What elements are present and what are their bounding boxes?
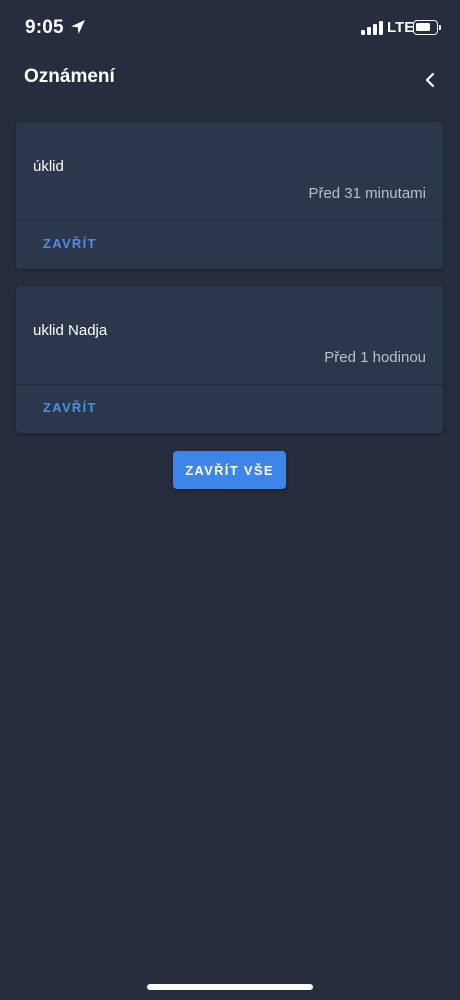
status-bar: 9:05 LTE: [0, 0, 460, 56]
notification-time: Před 31 minutami: [308, 185, 426, 202]
location-arrow-icon: [70, 19, 86, 35]
back-button[interactable]: [416, 68, 444, 92]
notification-card: úklid Před 31 minutami ZAVŘÍT: [16, 122, 443, 269]
close-all-button[interactable]: ZAVŘÍT VŠE: [173, 451, 286, 489]
chevron-left-icon: [425, 72, 435, 88]
notification-card: uklid Nadja Před 1 hodinou ZAVŘÍT: [16, 286, 443, 433]
notification-time: Před 1 hodinou: [324, 349, 426, 366]
card-divider: [16, 220, 443, 221]
close-notification-button[interactable]: ZAVŘÍT: [43, 236, 97, 251]
card-divider: [16, 384, 443, 385]
close-notification-button[interactable]: ZAVŘÍT: [43, 400, 97, 415]
notification-title: úklid: [33, 158, 64, 175]
battery-icon: [413, 20, 441, 35]
status-time: 9:05: [25, 17, 64, 38]
home-indicator[interactable]: [147, 984, 313, 990]
notification-title: uklid Nadja: [33, 322, 108, 339]
page-title: Oznámení: [24, 66, 115, 87]
network-type-label: LTE: [387, 19, 415, 36]
signal-icon: [361, 21, 383, 35]
